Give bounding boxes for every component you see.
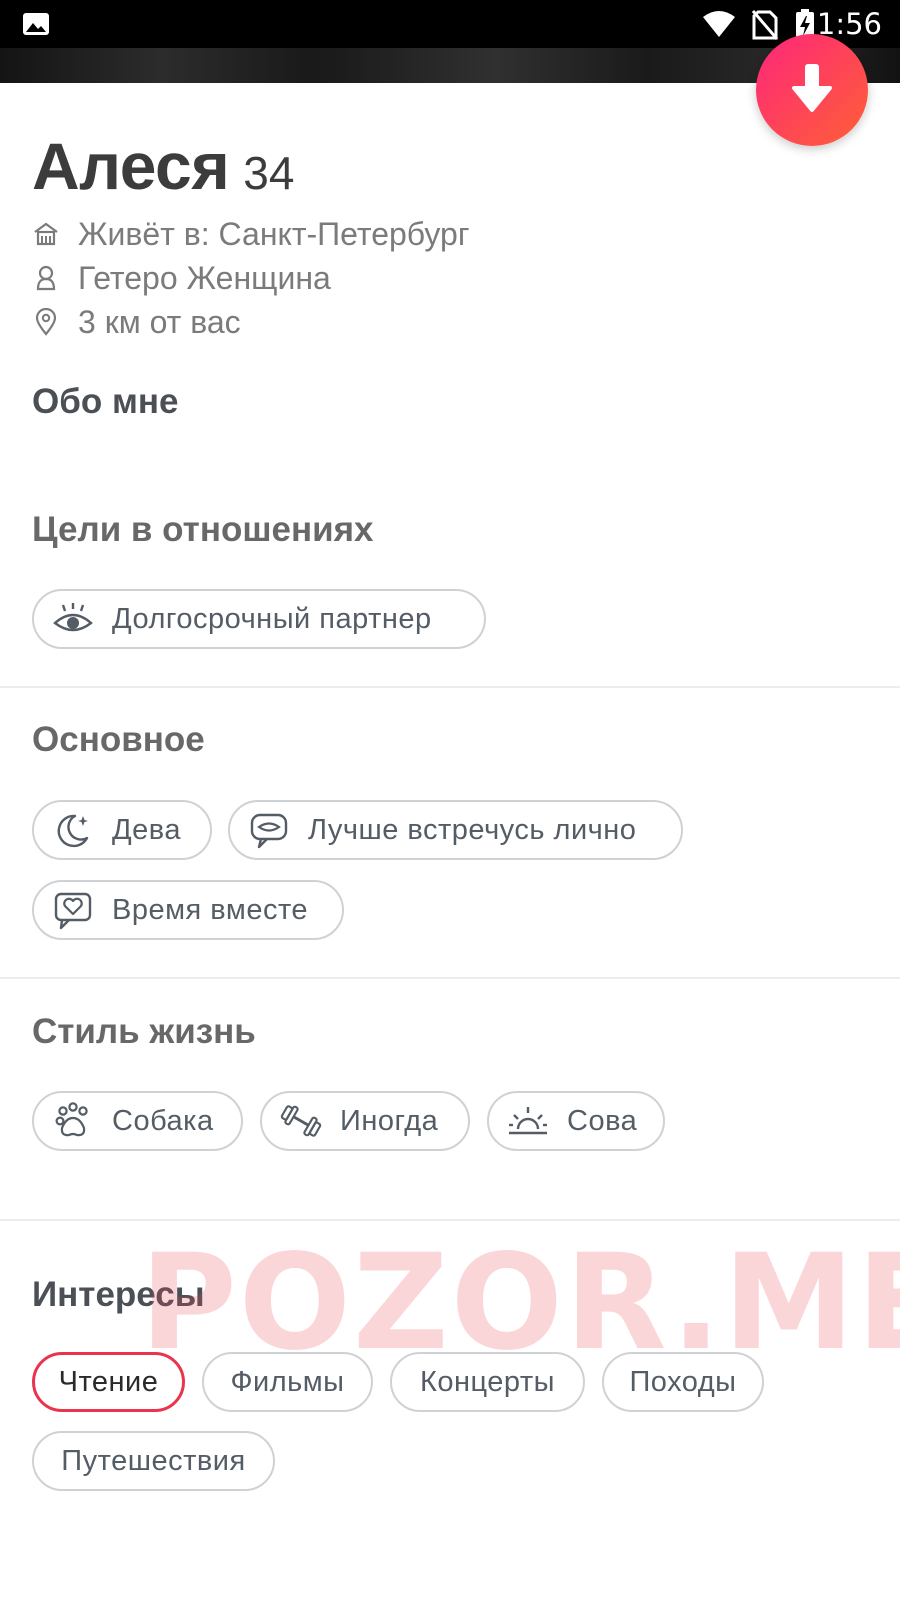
workout-chip: Иногда <box>260 1091 470 1151</box>
interest-chip-label: Чтение <box>58 1365 159 1398</box>
interest-chip-label: Походы <box>629 1365 737 1398</box>
interest-chip-concerts[interactable]: Концерты <box>390 1352 585 1412</box>
love-language-chip: Время вместе <box>32 880 344 940</box>
sleep-label: Сова <box>567 1104 638 1137</box>
sunset-icon <box>507 1100 549 1142</box>
chat-bubble-icon <box>248 809 290 851</box>
goals-title: Цели в отношениях <box>32 510 374 549</box>
communication-chip: Лучше встречусь лично <box>228 800 683 860</box>
interest-chip-movies[interactable]: Фильмы <box>202 1352 373 1412</box>
communication-label: Лучше встречусь лично <box>308 813 637 846</box>
lives-in-row: Живёт в: Санкт-Петербург <box>32 214 470 254</box>
divider <box>0 686 900 688</box>
interest-chip-reading[interactable]: Чтение <box>32 1352 185 1412</box>
goal-chip-label: Долгосрочный партнер <box>112 602 432 635</box>
sleep-chip: Сова <box>487 1091 665 1151</box>
goal-chip: Долгосрочный партнер <box>32 589 486 649</box>
profile-header: Алеся 34 <box>32 128 294 208</box>
home-icon <box>32 220 60 248</box>
no-sim-icon <box>751 10 779 45</box>
status-bar: 1:56 <box>0 0 900 48</box>
collapse-profile-button[interactable] <box>756 34 868 146</box>
interest-chip-label: Путешествия <box>61 1444 246 1477</box>
interest-chip-hiking[interactable]: Походы <box>602 1352 764 1412</box>
lifestyle-title: Стиль жизнь <box>32 1012 256 1051</box>
interest-chip-label: Фильмы <box>230 1365 345 1398</box>
zodiac-chip: Дева <box>32 800 212 860</box>
profile-name: Алеся <box>32 129 230 203</box>
profile-age: 34 <box>243 147 295 199</box>
orientation-row: Гетеро Женщина <box>32 258 331 298</box>
zodiac-label: Дева <box>112 813 181 846</box>
interests-title: Интересы <box>32 1275 205 1314</box>
interest-chip-travel[interactable]: Путешествия <box>32 1431 275 1491</box>
basics-title: Основное <box>32 720 205 759</box>
interest-chip-label: Концерты <box>419 1365 556 1398</box>
pets-label: Собака <box>112 1104 214 1137</box>
wifi-icon <box>702 10 736 43</box>
distance-text: 3 км от вас <box>78 303 241 340</box>
divider <box>0 1219 900 1221</box>
arrow-down-icon <box>792 64 832 112</box>
person-icon <box>32 264 60 292</box>
eyes-icon <box>52 598 94 640</box>
workout-label: Иногда <box>340 1104 439 1137</box>
orientation-text: Гетеро Женщина <box>78 259 331 296</box>
love-language-label: Время вместе <box>112 893 309 926</box>
pets-chip: Собака <box>32 1091 243 1151</box>
lives-in-text: Живёт в: Санкт-Петербург <box>78 215 470 252</box>
divider <box>0 977 900 979</box>
about-title: Обо мне <box>32 382 179 421</box>
gallery-icon <box>22 12 50 41</box>
moon-stars-icon <box>52 809 94 851</box>
heart-message-icon <box>52 889 94 931</box>
location-pin-icon <box>32 308 60 336</box>
distance-row: 3 км от вас <box>32 302 241 342</box>
paw-icon <box>52 1100 94 1142</box>
dumbbell-icon <box>280 1100 322 1142</box>
